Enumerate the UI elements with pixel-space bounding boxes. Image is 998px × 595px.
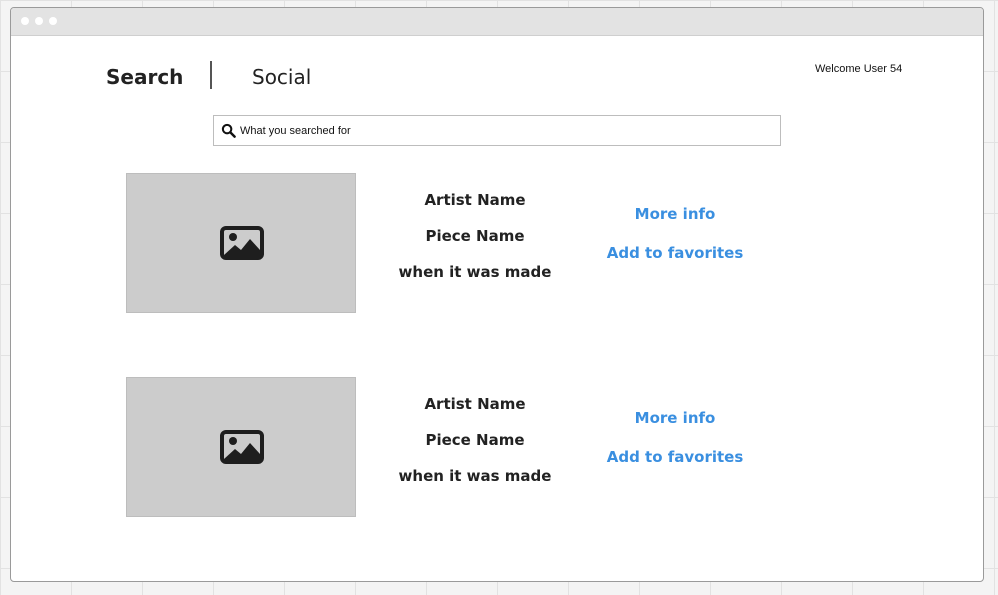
window-control-dot[interactable] bbox=[35, 17, 43, 25]
creation-date: when it was made bbox=[398, 263, 552, 281]
add-to-favorites-link[interactable]: Add to favorites bbox=[555, 244, 795, 262]
image-placeholder-icon bbox=[220, 226, 264, 260]
piece-name: Piece Name bbox=[425, 227, 525, 245]
search-bar[interactable] bbox=[213, 115, 781, 146]
window-control-dot[interactable] bbox=[21, 17, 29, 25]
tab-search[interactable]: Search bbox=[106, 65, 183, 89]
welcome-message: Welcome User 54 bbox=[815, 63, 903, 75]
tab-divider bbox=[210, 61, 212, 89]
more-info-link[interactable]: More info bbox=[555, 409, 795, 427]
tab-social[interactable]: Social bbox=[252, 65, 311, 89]
search-icon bbox=[221, 123, 236, 138]
window-control-dot[interactable] bbox=[49, 17, 57, 25]
creation-date: when it was made bbox=[398, 467, 552, 485]
result-item: Artist Name Piece Name when it was made … bbox=[11, 173, 983, 313]
add-to-favorites-link[interactable]: Add to favorites bbox=[555, 448, 795, 466]
more-info-link[interactable]: More info bbox=[555, 205, 795, 223]
search-input[interactable] bbox=[240, 116, 770, 145]
image-placeholder-icon bbox=[220, 430, 264, 464]
piece-name: Piece Name bbox=[425, 431, 525, 449]
artwork-thumbnail[interactable] bbox=[126, 173, 356, 313]
browser-window: Search Social Welcome User 54 Artist Nam… bbox=[10, 7, 984, 582]
artwork-thumbnail[interactable] bbox=[126, 377, 356, 517]
window-titlebar bbox=[11, 8, 983, 36]
result-item: Artist Name Piece Name when it was made … bbox=[11, 377, 983, 517]
